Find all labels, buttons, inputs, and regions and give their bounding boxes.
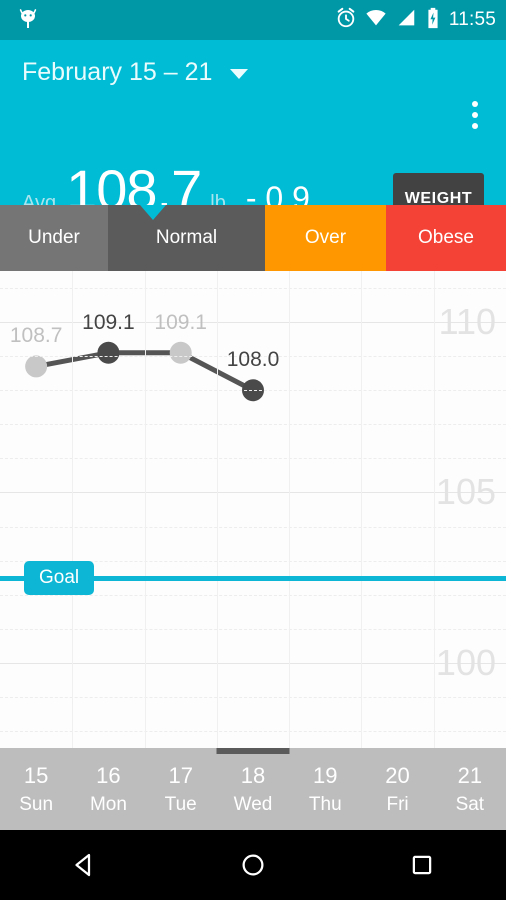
goal-badge: Goal	[24, 560, 95, 595]
clock-time: 11:55	[448, 9, 496, 30]
gridline-major	[0, 662, 506, 664]
gridline-minor	[0, 424, 506, 426]
day-cell-sat[interactable]: 21 Sat	[434, 748, 506, 830]
day-number: 21	[457, 762, 483, 788]
gridline-minor	[0, 526, 506, 528]
day-name: Sun	[19, 793, 54, 815]
gridline-minor	[0, 390, 506, 392]
app-bar: February 15 – 21 Avg 108.7 lb - 0.9 WEIG…	[0, 40, 506, 225]
selected-day-indicator	[216, 748, 290, 754]
navigation-bar	[0, 830, 506, 900]
day-name: Thu	[308, 793, 342, 815]
day-number: 16	[96, 762, 121, 788]
weight-chart[interactable]: 110 105 100 Goal 108.7 109.1 109.1 108.0	[0, 271, 506, 748]
data-point[interactable]	[169, 341, 192, 364]
phone-screen: 11:55 February 15 – 21 Avg 108.7 lb - 0.…	[0, 0, 506, 900]
bmi-segment-under[interactable]: Under	[0, 205, 108, 271]
bmi-category-bar: Under Normal Over Obese	[0, 205, 506, 271]
gridline-minor	[0, 458, 506, 460]
bmi-segment-normal[interactable]: Normal	[108, 205, 265, 271]
bmi-segment-label: Normal	[155, 227, 218, 248]
y-axis-tick-label: 100	[435, 641, 496, 683]
day-cell-sun[interactable]: 15 Sun	[0, 748, 72, 830]
overflow-dot	[472, 123, 478, 129]
signal-icon	[395, 7, 417, 34]
bmi-current-pointer-icon	[140, 205, 166, 220]
date-range-selector[interactable]: February 15 – 21	[22, 58, 249, 87]
data-point-label: 109.1	[82, 310, 135, 334]
gridline-vertical	[433, 271, 435, 748]
day-cell-thu[interactable]: 19 Thu	[289, 748, 361, 830]
gridline-vertical	[216, 271, 218, 748]
gridline-minor	[0, 288, 506, 290]
overflow-dot	[472, 112, 478, 118]
status-icons: 11:55	[335, 0, 496, 40]
gridline-minor	[0, 628, 506, 630]
day-strip[interactable]: 15 Sun 16 Mon 17 Tue 18 Wed 19 Thu 20 Fri 21 Sat	[0, 748, 506, 830]
android-robot-icon	[16, 8, 40, 32]
day-name: Wed	[233, 793, 273, 815]
overflow-dot	[472, 101, 478, 107]
bmi-segment-label: Over	[304, 227, 347, 248]
bmi-segment-label: Under	[28, 227, 80, 248]
data-point-label: 108.0	[226, 348, 280, 372]
y-axis-tick-label: 110	[438, 301, 496, 343]
day-number: 15	[23, 762, 49, 788]
battery-charging-icon	[425, 7, 441, 34]
day-cell-mon[interactable]: 16 Mon	[72, 748, 144, 830]
home-icon[interactable]	[218, 830, 288, 900]
data-point[interactable]	[97, 341, 120, 364]
gridline-major	[0, 492, 506, 494]
data-point-label: 108.7	[9, 324, 63, 348]
gridline-vertical	[361, 271, 363, 748]
gridline-vertical	[144, 271, 146, 748]
bmi-segment-over[interactable]: Over	[265, 205, 386, 271]
day-cell-wed[interactable]: 18 Wed	[216, 748, 290, 830]
back-icon[interactable]	[49, 830, 119, 900]
wifi-icon	[365, 7, 387, 34]
recents-icon[interactable]	[387, 830, 457, 900]
gridline-minor	[0, 696, 506, 698]
day-cell-tue[interactable]: 17 Tue	[145, 748, 217, 830]
bmi-segment-label: Obese	[418, 227, 474, 248]
bmi-segment-obese[interactable]: Obese	[386, 205, 506, 271]
day-number: 18	[240, 762, 266, 788]
gridline-minor	[0, 730, 506, 732]
status-bar: 11:55	[0, 0, 506, 40]
gridline-major	[0, 322, 506, 324]
y-axis-tick-label: 105	[435, 471, 496, 513]
day-name: Sat	[455, 793, 485, 815]
gridline-vertical	[289, 271, 291, 748]
day-name: Fri	[386, 793, 409, 815]
day-number: 19	[313, 762, 338, 788]
gridline-vertical	[72, 271, 74, 748]
day-name: Mon	[89, 793, 127, 815]
overflow-menu-icon[interactable]	[468, 97, 482, 133]
data-point[interactable]	[25, 355, 48, 378]
day-name: Tue	[164, 793, 197, 815]
gridline-minor	[0, 594, 506, 596]
date-range-title: February 15 – 21	[22, 58, 213, 86]
alarm-icon	[335, 7, 357, 34]
day-number: 17	[168, 762, 193, 788]
chevron-down-icon	[230, 69, 249, 79]
data-point-label: 109.1	[154, 310, 207, 334]
day-number: 20	[385, 762, 410, 788]
day-cell-fri[interactable]: 20 Fri	[361, 748, 433, 830]
weight-line-plot	[25, 341, 264, 402]
